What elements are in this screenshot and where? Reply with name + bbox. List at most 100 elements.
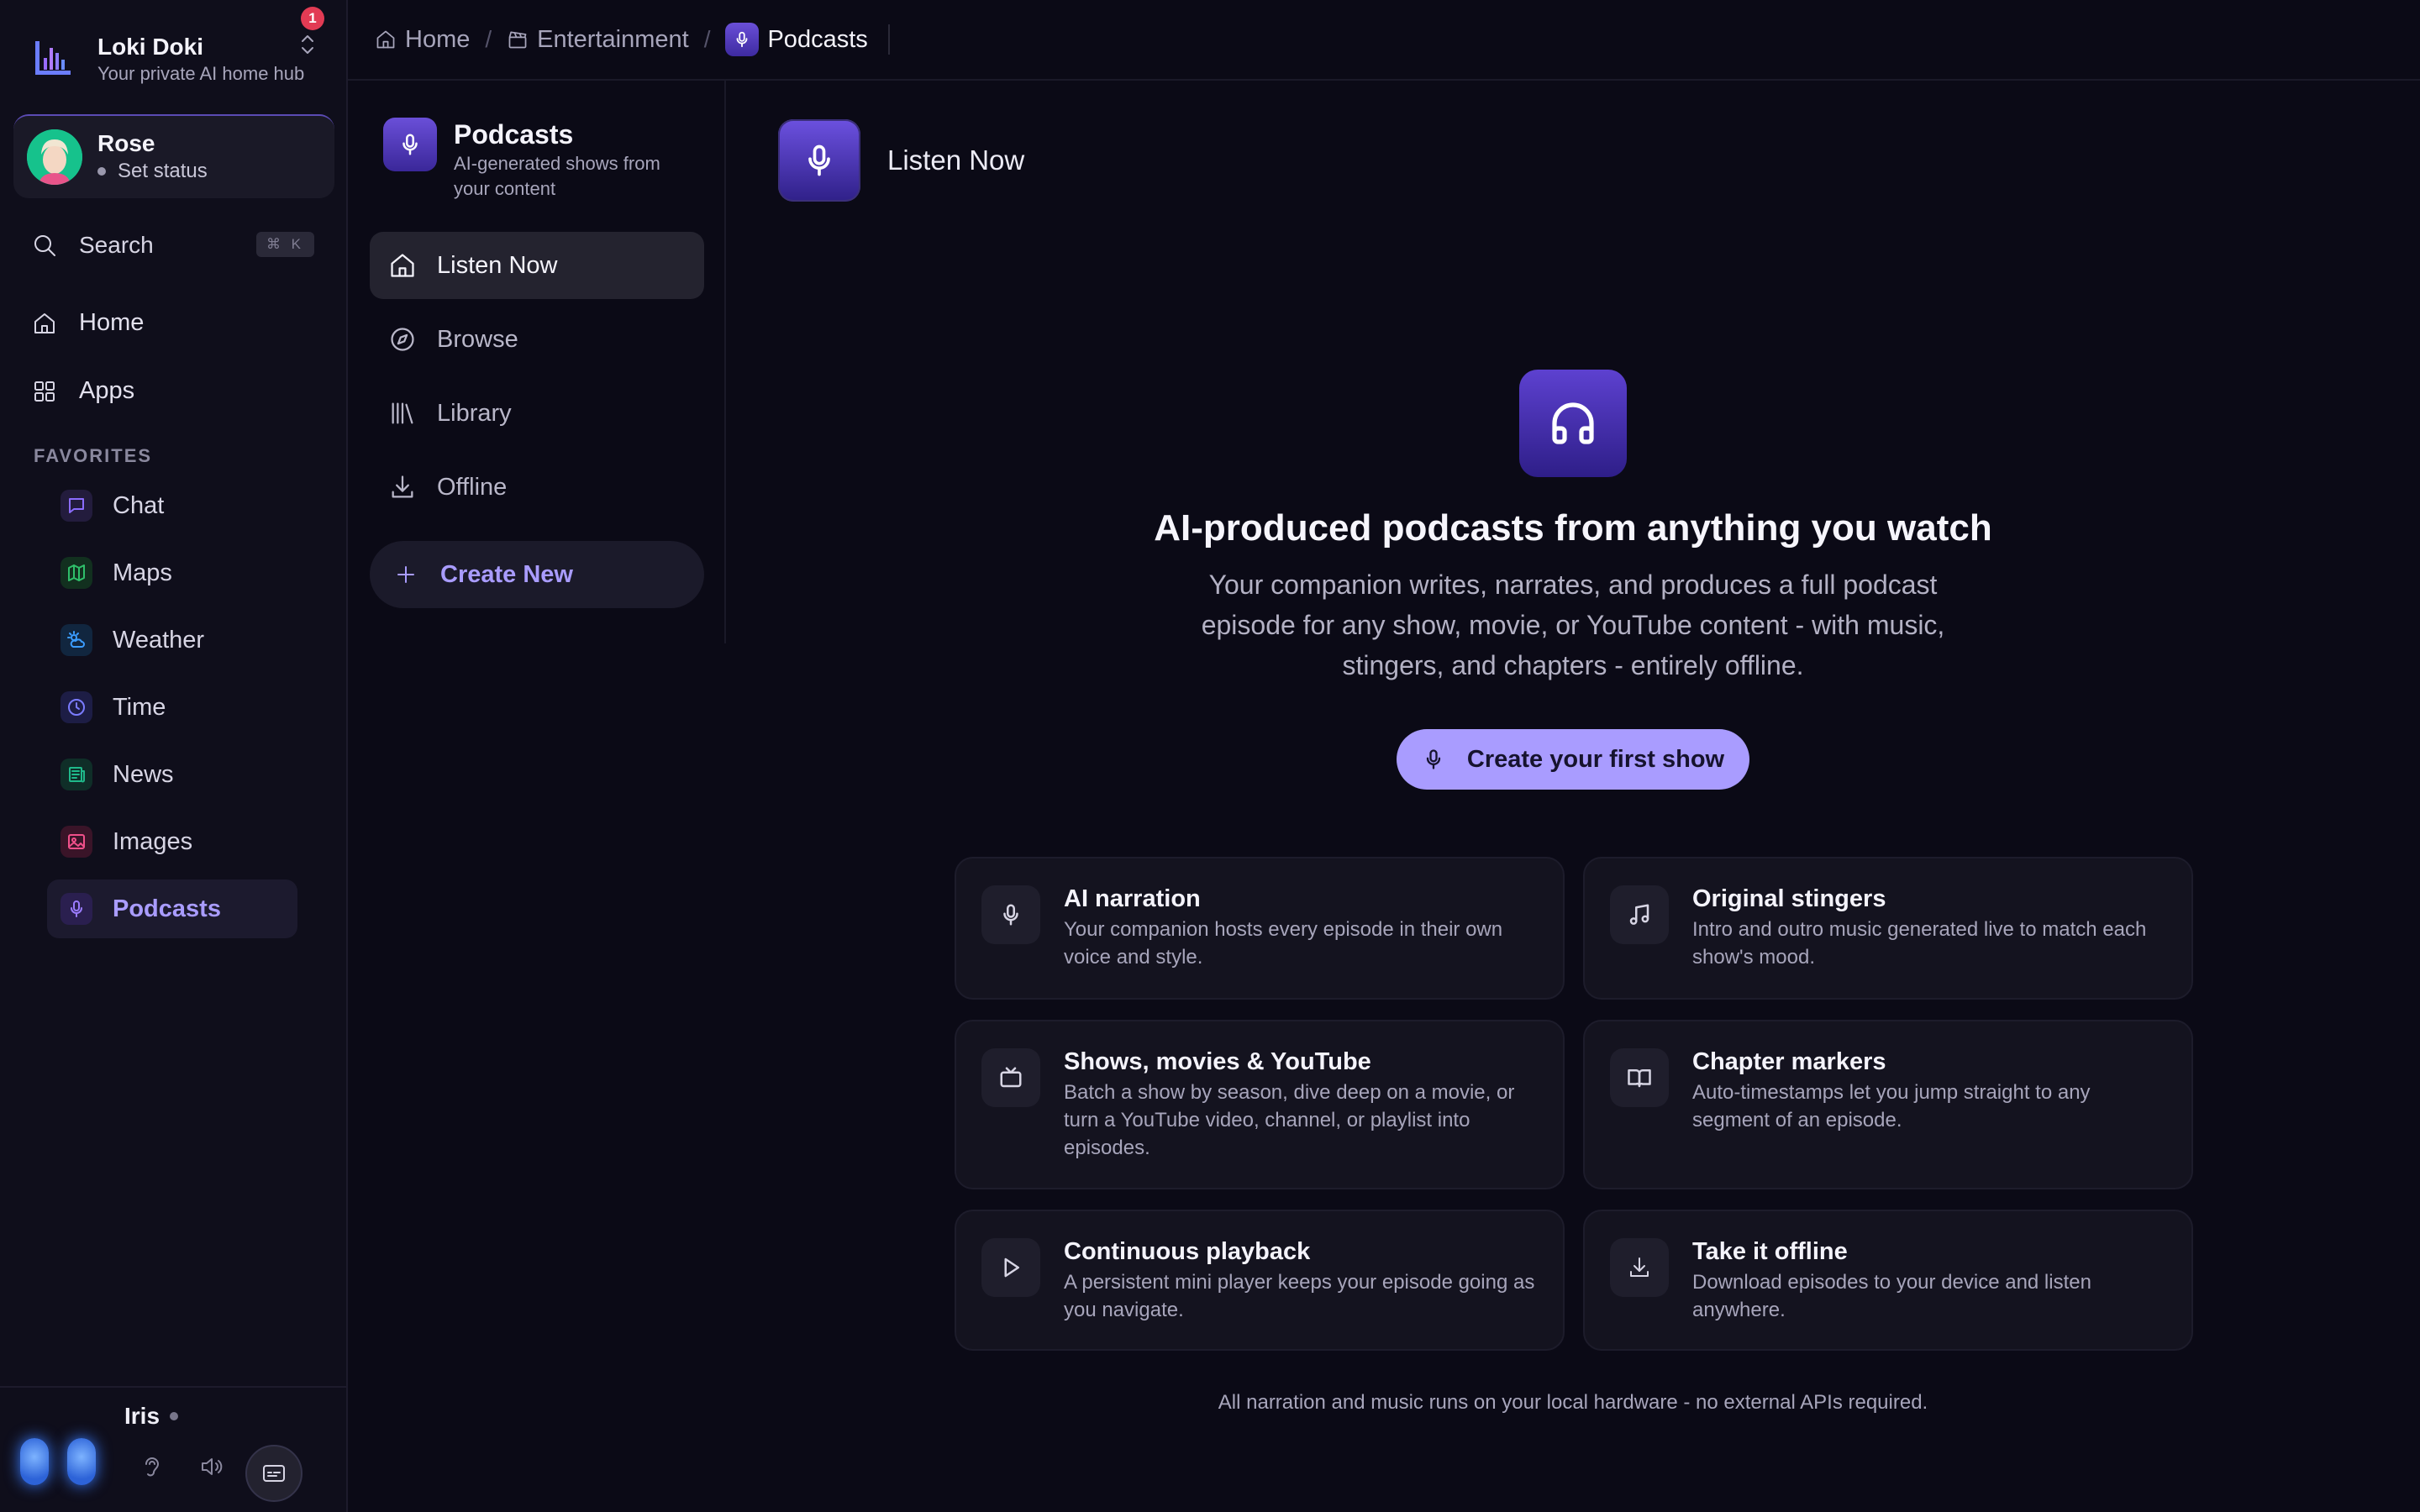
microphone-icon (60, 893, 92, 925)
book-icon (1610, 1048, 1669, 1107)
newspaper-icon (60, 759, 92, 790)
feature-title: Take it offline (1692, 1238, 1848, 1265)
favorite-label: News (113, 760, 174, 788)
notification-badge: 1 (301, 7, 324, 30)
create-new-button[interactable]: Create New (370, 541, 704, 608)
user-status[interactable]: Set status (97, 158, 208, 185)
feature-text: Batch a show by season, dive deep on a m… (1064, 1081, 1515, 1159)
feature-title: Continuous playback (1064, 1238, 1311, 1265)
create-first-show-button[interactable]: Create your first show (1397, 729, 1749, 790)
avatar (27, 129, 82, 185)
map-icon (60, 557, 92, 589)
tab-offline[interactable]: Offline (370, 454, 704, 521)
headphones-icon (1519, 370, 1627, 477)
search-button[interactable]: Search ⌘ K (32, 228, 314, 262)
clock-icon (60, 691, 92, 723)
feature-text: Download episodes to your device and lis… (1692, 1271, 2091, 1321)
assistant-panel: Iris (0, 1386, 346, 1512)
breadcrumb-label: Entertainment (537, 25, 689, 53)
tab-listen-now[interactable]: Listen Now (370, 232, 704, 299)
podcasts-subtitle: AI-generated shows from your content (454, 153, 660, 199)
favorite-label: Maps (113, 559, 172, 586)
breadcrumb-entertainment[interactable]: Entertainment (507, 26, 689, 54)
plus-icon (393, 562, 418, 587)
music-note-icon (1610, 885, 1669, 944)
feature-card-shows-movies-youtube: Shows, movies & YouTube Batch a show by … (955, 1020, 1565, 1189)
favorite-weather[interactable]: Weather (47, 611, 297, 669)
favorite-chat[interactable]: Chat (47, 476, 297, 535)
feature-card-take-it-offline: Take it offline Download episodes to you… (1583, 1210, 2193, 1351)
ear-icon[interactable] (138, 1453, 165, 1480)
favorite-images[interactable]: Images (47, 812, 297, 871)
breadcrumb-home[interactable]: Home (375, 26, 470, 54)
page-header: Listen Now (778, 119, 1024, 202)
chevron-up-down-icon (299, 32, 316, 57)
user-status-label: Set status (118, 160, 208, 182)
breadcrumb-label: Podcasts (767, 25, 868, 53)
nav-apps[interactable]: Apps (32, 377, 134, 405)
assistant-name-label: Iris (124, 1403, 160, 1429)
assistant-eye-left-icon[interactable] (20, 1438, 49, 1485)
tab-label: Browse (437, 325, 518, 353)
tab-browse[interactable]: Browse (370, 306, 704, 373)
microphone-icon (1422, 748, 1445, 771)
download-icon (1610, 1238, 1669, 1297)
captions-icon (261, 1461, 287, 1486)
home-icon (375, 29, 397, 50)
home-icon (32, 311, 57, 336)
favorite-label: Time (113, 693, 166, 721)
nav-home[interactable]: Home (32, 309, 144, 337)
brand-subtitle: Your private AI home hub (97, 63, 305, 84)
feature-title: Chapter markers (1692, 1048, 1886, 1075)
speaker-icon[interactable] (198, 1453, 225, 1480)
feature-card-original-stingers: Original stingers Intro and outro music … (1583, 857, 2193, 1000)
app-sidebar: Loki Doki Your private AI home hub Rose … (0, 0, 348, 1512)
play-icon (981, 1238, 1040, 1297)
assistant-eye-right-icon[interactable] (67, 1438, 96, 1485)
compass-icon (388, 325, 417, 354)
favorite-label: Chat (113, 491, 165, 519)
feature-card-chapter-markers: Chapter markers Auto-timestamps let you … (1583, 1020, 2193, 1189)
favorite-maps[interactable]: Maps (47, 543, 297, 602)
microphone-icon (778, 119, 860, 202)
tab-label: Offline (437, 473, 508, 501)
create-new-label: Create New (440, 560, 573, 588)
user-switcher[interactable]: Rose Set status (13, 114, 334, 198)
page-title: Listen Now (887, 144, 1025, 176)
favorite-label: Images (113, 827, 193, 855)
breadcrumb-separator: / (703, 26, 711, 52)
breadcrumb-divider (887, 24, 890, 55)
podcasts-nav-panel: Podcasts AI-generated shows from your co… (348, 81, 726, 643)
nav-apps-label: Apps (79, 377, 135, 404)
podcasts-title: Podcasts (454, 119, 574, 150)
create-first-show-label: Create your first show (1466, 745, 1725, 773)
feature-title: AI narration (1064, 885, 1201, 912)
assistant-name[interactable]: Iris (124, 1403, 179, 1430)
image-icon (60, 826, 92, 858)
breadcrumb-label: Home (405, 25, 471, 53)
search-label: Search (79, 232, 154, 258)
favorite-podcasts[interactable]: Podcasts (47, 879, 297, 938)
status-dot (97, 167, 106, 176)
breadcrumb-separator: / (485, 26, 492, 52)
breadcrumb-podcasts[interactable]: Podcasts (725, 23, 868, 56)
feature-text: Auto-timestamps let you jump straight to… (1692, 1081, 2091, 1131)
loki-doki-logo-icon (32, 38, 74, 80)
home-icon (388, 251, 417, 280)
feature-text: A persistent mini player keeps your epis… (1064, 1271, 1535, 1321)
search-shortcut: ⌘ K (255, 232, 314, 257)
captions-toggle-button[interactable] (245, 1445, 302, 1502)
brand[interactable]: Loki Doki Your private AI home hub (32, 32, 304, 86)
feature-text: Your companion hosts every episode in th… (1064, 918, 1503, 969)
podcasts-header: Podcasts AI-generated shows from your co… (383, 118, 697, 202)
favorite-label: Podcasts (113, 895, 221, 922)
feature-text: Intro and outro music generated live to … (1692, 918, 2147, 969)
tab-library[interactable]: Library (370, 380, 704, 447)
footnote: All narration and music runs on your loc… (1218, 1391, 1928, 1414)
user-name: Rose (97, 130, 155, 156)
tv-icon (981, 1048, 1040, 1107)
chat-icon (60, 490, 92, 522)
favorite-time[interactable]: Time (47, 678, 297, 737)
favorite-news[interactable]: News (47, 745, 297, 804)
apps-grid-icon (32, 379, 57, 404)
